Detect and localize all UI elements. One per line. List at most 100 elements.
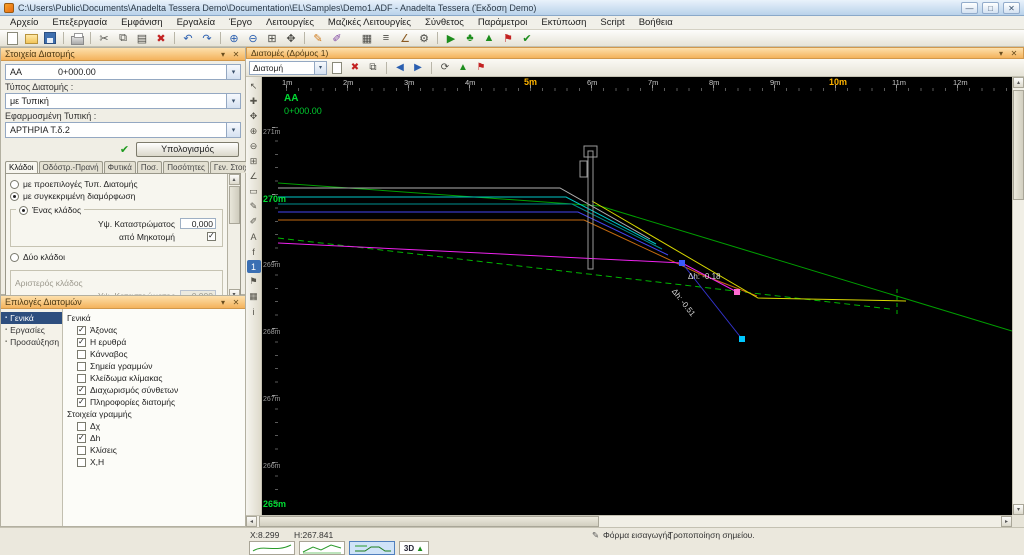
- scroll-up-icon[interactable]: ▴: [1013, 77, 1024, 88]
- crosshair-tool-icon[interactable]: ✚: [247, 95, 261, 108]
- menu-batch-functions[interactable]: Μαζικές Λειτουργίες: [321, 16, 418, 30]
- hscrollbar-thumb[interactable]: [259, 516, 599, 527]
- option-section-info[interactable]: Πληροφορίες διατομής: [67, 396, 241, 408]
- section-type-select[interactable]: με Τυπική ▾: [5, 93, 241, 109]
- three-d-view-thumb[interactable]: 3D ▲: [399, 541, 429, 555]
- text-tool-icon[interactable]: Α: [247, 230, 261, 243]
- delete-icon[interactable]: ✖: [152, 31, 170, 46]
- option-dx[interactable]: Δχ: [67, 420, 241, 432]
- vscrollbar-thumb[interactable]: [1013, 90, 1024, 200]
- maximize-button[interactable]: □: [982, 2, 999, 14]
- menu-print[interactable]: Εκτύπωση: [534, 16, 593, 30]
- measure-tool-icon[interactable]: ∠: [247, 170, 261, 183]
- new-section-icon[interactable]: [329, 61, 345, 75]
- chevron-down-icon[interactable]: ▾: [226, 94, 240, 108]
- option-slopes[interactable]: Κλίσεις: [67, 444, 241, 456]
- panel-menu-icon[interactable]: ▾: [218, 50, 228, 59]
- panel-menu-icon[interactable]: ▾: [996, 49, 1006, 58]
- info-tool-icon[interactable]: i: [247, 305, 261, 318]
- panel-close-icon[interactable]: ✕: [231, 50, 241, 59]
- option-grid[interactable]: Κάνναβος: [67, 348, 241, 360]
- checkbox-icon[interactable]: [77, 338, 86, 347]
- scroll-up-icon[interactable]: ▴: [229, 174, 240, 185]
- menu-tools[interactable]: Εργαλεία: [170, 16, 223, 30]
- canvas-hscrollbar[interactable]: ◂ ▸: [246, 515, 1012, 527]
- copy-icon[interactable]: ⧉: [114, 31, 132, 46]
- menu-project[interactable]: Έργο: [222, 16, 259, 30]
- checkbox-icon[interactable]: [77, 386, 86, 395]
- undo-icon[interactable]: ↶: [179, 31, 197, 46]
- radio-defaults[interactable]: [10, 180, 19, 189]
- marker-flag-icon[interactable]: ⚑: [473, 61, 489, 75]
- cut-icon[interactable]: ✂: [95, 31, 113, 46]
- menu-edit[interactable]: Επεξεργασία: [45, 16, 114, 30]
- scroll-down-icon[interactable]: ▾: [1013, 504, 1024, 515]
- pan-tool-icon[interactable]: ✥: [247, 110, 261, 123]
- checkbox-icon[interactable]: [77, 350, 86, 359]
- zoom-in-tool-icon[interactable]: ⊕: [247, 125, 261, 138]
- panel-close-icon[interactable]: ✕: [1009, 49, 1019, 58]
- pencil-icon[interactable]: ✎: [309, 31, 327, 46]
- terrain-icon[interactable]: ▲: [480, 31, 498, 46]
- chevron-down-icon[interactable]: ▾: [226, 65, 240, 79]
- pan-icon[interactable]: ✥: [282, 31, 300, 46]
- zoom-fit-icon[interactable]: ⊞: [263, 31, 281, 46]
- close-button[interactable]: ✕: [1003, 2, 1020, 14]
- next-section-icon[interactable]: ▶: [410, 61, 426, 75]
- scrollbar-thumb[interactable]: [229, 186, 240, 224]
- radio-custom[interactable]: [10, 192, 19, 201]
- function-tool-icon[interactable]: f: [247, 245, 261, 258]
- tab-quantities[interactable]: Ποσότητες: [163, 161, 209, 173]
- section-number-tool-icon[interactable]: 1: [247, 260, 261, 273]
- section-mode-select[interactable]: Διατομή ▾: [249, 61, 327, 75]
- nav-increment[interactable]: ▪ Προσαύξηση: [1, 336, 62, 348]
- checkbox-icon[interactable]: [77, 446, 86, 455]
- radio-one-branch[interactable]: [19, 206, 28, 215]
- new-file-icon[interactable]: [3, 31, 21, 46]
- chevron-down-icon[interactable]: ▾: [314, 62, 326, 74]
- ruler-tool-icon[interactable]: ▭: [247, 185, 261, 198]
- tab-qty-short[interactable]: Ποσ.: [137, 161, 162, 173]
- tree-icon[interactable]: ♣: [461, 31, 479, 46]
- tab-pavement-slopes[interactable]: Οδόστρ.-Πρανή: [39, 161, 103, 173]
- calculate-button[interactable]: Υπολογισμός: [136, 142, 239, 157]
- applied-template-select[interactable]: ΑΡΤΗΡΙΑ Τ.δ.2 ▾: [5, 122, 241, 138]
- option-xh[interactable]: Χ,Η: [67, 456, 241, 468]
- flag-tool-icon[interactable]: ⚑: [247, 275, 261, 288]
- option-split-composite[interactable]: Διαχωρισμός σύνθετων: [67, 384, 241, 396]
- sections-view-thumb[interactable]: [349, 541, 395, 555]
- menu-script[interactable]: Script: [593, 16, 631, 30]
- print-icon[interactable]: [68, 31, 86, 46]
- option-red-line[interactable]: Η ερυθρά: [67, 336, 241, 348]
- checkbox-icon[interactable]: [77, 326, 86, 335]
- checkbox-icon[interactable]: [77, 398, 86, 407]
- pen-tool-icon[interactable]: ✐: [247, 215, 261, 228]
- checkbox-icon[interactable]: [77, 458, 86, 467]
- paste-icon[interactable]: ▤: [133, 31, 151, 46]
- measure-icon[interactable]: ∠: [396, 31, 414, 46]
- terrain-icon[interactable]: ▲: [455, 61, 471, 75]
- from-profile-checkbox[interactable]: [207, 232, 216, 241]
- zoom-out-tool-icon[interactable]: ⊖: [247, 140, 261, 153]
- cross-section-canvas[interactable]: ΑΑ 0+000.00 Δh: -0.18 Δh: -0.51: [278, 91, 1012, 515]
- minimize-button[interactable]: —: [961, 2, 978, 14]
- section-select[interactable]: ΑΑ 0+000.00 ▾: [5, 64, 241, 80]
- zoom-in-icon[interactable]: ⊕: [225, 31, 243, 46]
- pointer-tool-icon[interactable]: ↖: [247, 80, 261, 93]
- grid-icon[interactable]: ▦: [358, 31, 376, 46]
- nav-tasks[interactable]: ▪ Εργασίες: [1, 324, 62, 336]
- check-icon[interactable]: ✔: [518, 31, 536, 46]
- run-icon[interactable]: ▶: [442, 31, 460, 46]
- menu-view[interactable]: Εμφάνιση: [114, 16, 169, 30]
- menu-file[interactable]: Αρχείο: [3, 16, 45, 30]
- zoom-out-icon[interactable]: ⊖: [244, 31, 262, 46]
- checkbox-icon[interactable]: [77, 422, 86, 431]
- layers-icon[interactable]: ≡: [377, 31, 395, 46]
- nav-general[interactable]: ▪ Γενικά: [1, 312, 62, 324]
- option-dh[interactable]: Δh: [67, 432, 241, 444]
- zoom-extents-tool-icon[interactable]: ⊞: [247, 155, 261, 168]
- panel-menu-icon[interactable]: ▾: [218, 298, 228, 307]
- grid-tool-icon[interactable]: ▦: [247, 290, 261, 303]
- update-section-icon[interactable]: ⟳: [437, 61, 453, 75]
- pencil-tool-icon[interactable]: ✎: [247, 200, 261, 213]
